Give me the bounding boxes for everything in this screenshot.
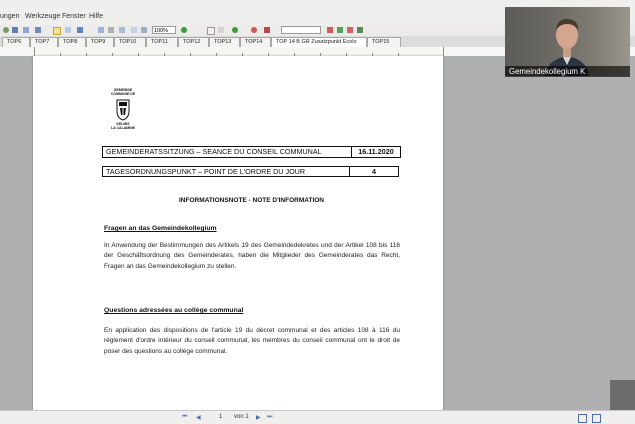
tab-top11[interactable]: TOP11 [146, 37, 178, 47]
autocheck-icon[interactable] [232, 27, 238, 33]
navigator-icon[interactable] [23, 27, 29, 33]
page-preview-icon[interactable] [131, 27, 137, 33]
ruler-tick [443, 47, 444, 56]
help-icon[interactable] [181, 27, 187, 33]
menu-item-werkzeuge[interactable]: Werkzeuge [25, 13, 60, 20]
status-bar [0, 410, 635, 424]
logo-top-label: GEMEINDE COMMUNE DE [110, 88, 136, 96]
style-combo[interactable] [281, 26, 321, 34]
vertical-scrollbar[interactable] [610, 380, 635, 410]
municipality-crest-icon [116, 99, 130, 121]
document-page[interactable] [33, 56, 443, 410]
header-divider [351, 147, 352, 157]
accept-change-icon[interactable] [337, 27, 343, 33]
tab-top9[interactable]: TOP9 [86, 37, 114, 47]
section-title-fr: Questions adressées au collège communal [104, 307, 244, 314]
single-page-view-icon[interactable] [578, 414, 587, 423]
delete-icon[interactable] [264, 27, 270, 33]
prev-page-icon[interactable]: ◀ [196, 414, 201, 421]
tab-top6[interactable]: TOP6 [2, 37, 30, 47]
insert-table-icon[interactable] [65, 27, 71, 33]
insert-field-icon[interactable] [108, 27, 114, 33]
logo-bottom-text: KELMIS LA CALAMINE [104, 122, 142, 130]
gallery-icon[interactable] [35, 27, 41, 33]
tab-top10[interactable]: TOP10 [114, 37, 146, 47]
agenda-label: TAGESORDNUNGSPUNKT – POINT DE L'ORDRE DU… [106, 167, 306, 176]
tab-top15[interactable]: TOP15 [367, 37, 401, 47]
session-date: 16.11.2020 [358, 147, 394, 156]
reject-change-icon[interactable] [347, 27, 353, 33]
first-page-icon[interactable]: ⏮ [182, 414, 187, 421]
insert-image-icon[interactable] [98, 27, 104, 33]
agenda-header-box: TAGESORDNUNGSPUNKT – POINT DE L'ORDRE DU… [102, 166, 399, 177]
section-body-de: In Anwendung der Bestimmungen des Artike… [104, 242, 400, 270]
section-title-de: Fragen an das Gemeindekollegium [104, 225, 217, 232]
record-changes-icon[interactable] [251, 27, 257, 33]
multi-page-view-icon[interactable] [592, 414, 601, 423]
menu-item-ansicht[interactable]: ungen [0, 13, 19, 20]
insert-chart-icon[interactable] [77, 27, 83, 33]
new-document-icon[interactable] [207, 27, 215, 35]
tab-top8[interactable]: TOP8 [58, 37, 86, 47]
format-icon[interactable] [12, 27, 18, 33]
next-page-icon[interactable]: ▶ [256, 414, 261, 421]
tab-top7[interactable]: TOP7 [30, 37, 58, 47]
logo-top-text: GEMEINDE COMMUNE DE [104, 88, 142, 96]
manage-changes-icon[interactable] [357, 27, 363, 33]
tab-top14[interactable]: TOP14 [240, 37, 271, 47]
tab-top14b[interactable]: TOP 14 B GR Zusatzpunkt Ecolo [271, 37, 367, 47]
document-title: INFORMATIONSNOTE - NOTE D'INFORMATION [178, 197, 324, 204]
last-page-icon[interactable]: ⏭ [267, 414, 272, 421]
ruler-tick [34, 47, 35, 56]
tab-top12[interactable]: TOP12 [178, 37, 209, 47]
open-icon[interactable] [218, 27, 224, 33]
header-divider [349, 167, 350, 176]
show-draw-icon[interactable] [141, 27, 147, 33]
logo-bottom-label: KELMIS LA CALAMINE [111, 122, 135, 130]
tab-top13[interactable]: TOP13 [209, 37, 240, 47]
insert-frame-icon[interactable] [119, 27, 125, 33]
bookmark-icon[interactable] [327, 27, 333, 33]
menu-item-fenster[interactable]: Fenster [62, 13, 86, 20]
menu-item-hilfe[interactable]: Hilfe [89, 13, 103, 20]
page-number-field[interactable]: 1 [219, 414, 222, 420]
section-body-fr: En application des dispositions de l'art… [104, 327, 400, 355]
session-label: GEMEINDERATSSITZUNG – SEANCE DU CONSEIL … [106, 147, 322, 156]
zoom-field[interactable]: 100% [152, 26, 176, 34]
participant-name: Gemeindekollegium K [509, 67, 586, 76]
page-count-label: von 1 [234, 414, 249, 420]
session-header-box: GEMEINDERATSSITZUNG – SEANCE DU CONSEIL … [102, 146, 401, 158]
redo-icon[interactable] [3, 27, 9, 33]
agenda-number: 4 [372, 167, 376, 176]
draw-functions-icon[interactable] [53, 27, 61, 35]
